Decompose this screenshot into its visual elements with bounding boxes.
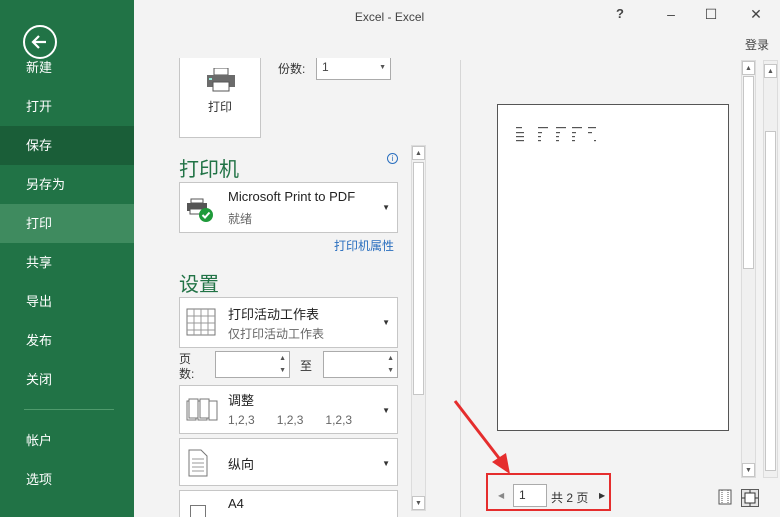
- nav-account[interactable]: 帐户: [0, 421, 134, 460]
- print-scope-main: 打印活动工作表: [228, 307, 320, 322]
- close-window-button[interactable]: ✕: [743, 6, 769, 26]
- chevron-down-icon[interactable]: ▼: [379, 64, 386, 71]
- spin-up-icon[interactable]: ▲: [279, 355, 286, 362]
- print-preview-page: [497, 104, 729, 431]
- print-scope-sub: 仅打印活动工作表: [228, 327, 325, 341]
- minimize-button[interactable]: –: [658, 6, 684, 26]
- info-icon[interactable]: i: [387, 153, 398, 164]
- help-button[interactable]: ?: [607, 6, 633, 26]
- sidebar-divider: [24, 409, 114, 410]
- nav-save-as[interactable]: 另存为: [0, 165, 134, 204]
- print-scope-dropdown[interactable]: 打印活动工作表 仅打印活动工作表 ▼: [179, 297, 398, 348]
- sheet-grid-icon: [186, 308, 216, 336]
- window-title: Excel - Excel: [354, 10, 425, 24]
- printer-icon: [207, 68, 235, 92]
- scroll-thumb[interactable]: [765, 131, 776, 471]
- zoom-page-glyph: [742, 490, 758, 506]
- backstage-sidebar: 新建 打开 保存 另存为 打印 共享 导出 发布 关闭 帐户 选项: [0, 0, 134, 517]
- current-page-input[interactable]: 1: [513, 484, 547, 507]
- paper-icon: [190, 505, 206, 517]
- maximize-button[interactable]: ☐: [698, 6, 724, 26]
- preview-scrollbar[interactable]: ▲ ▼: [741, 60, 756, 478]
- collate-main: 调整: [228, 393, 255, 408]
- login-link[interactable]: 登录: [745, 36, 769, 53]
- portrait-page-icon: [188, 449, 208, 477]
- title-bar: Excel - Excel ? – ☐ ✕: [134, 0, 780, 34]
- spin-down-icon[interactable]: ▼: [387, 367, 394, 374]
- nav-open[interactable]: 打开: [0, 87, 134, 126]
- spin-up-icon[interactable]: ▲: [387, 355, 394, 362]
- scroll-up-icon[interactable]: ▲: [412, 146, 425, 160]
- pages-to-spinner[interactable]: ▲ ▼: [323, 351, 398, 378]
- nav-new[interactable]: 新建: [0, 48, 134, 87]
- scroll-thumb[interactable]: [413, 162, 424, 395]
- orientation-dropdown[interactable]: 纵向 ▼: [179, 438, 398, 486]
- scroll-down-icon[interactable]: ▼: [742, 463, 755, 477]
- copies-label: 份数:: [278, 62, 306, 76]
- pages-label-line2: 数:: [179, 367, 195, 381]
- collate-dropdown[interactable]: 调整 1,2,3 1,2,3 1,2,3 ▼: [179, 385, 398, 434]
- chevron-down-icon: ▼: [382, 203, 390, 212]
- copies-input[interactable]: 1 ▼: [316, 58, 391, 80]
- nav-export[interactable]: 导出: [0, 282, 134, 321]
- copies-value: 1: [322, 60, 329, 74]
- printer-dropdown[interactable]: Microsoft Print to PDF 就绪 ▼: [179, 182, 398, 233]
- chevron-down-icon: ▼: [382, 318, 390, 327]
- pages-label-line1: 页: [179, 352, 192, 366]
- collated-pages-icon: [186, 398, 218, 421]
- chevron-down-icon: ▼: [382, 406, 390, 415]
- total-pages-label: 共 2 页: [551, 491, 589, 505]
- nav-print[interactable]: 打印: [0, 204, 134, 243]
- collate-sub: 1,2,3 1,2,3 1,2,3: [228, 413, 374, 427]
- spin-down-icon[interactable]: ▼: [279, 367, 286, 374]
- nav-share[interactable]: 共享: [0, 243, 134, 282]
- zoom-to-page-icon[interactable]: [741, 489, 759, 507]
- print-button[interactable]: 打印: [179, 58, 261, 138]
- pages-label: 页 数:: [179, 352, 194, 382]
- paper-size-dropdown[interactable]: A4: [179, 490, 398, 517]
- annotation-arrow-icon: [453, 400, 510, 474]
- printer-name: Microsoft Print to PDF: [228, 189, 356, 204]
- settings-section-title: 设置: [179, 274, 219, 296]
- collate-seq: 1,2,3: [325, 413, 353, 427]
- scroll-up-icon[interactable]: ▲: [742, 61, 755, 75]
- nav-publish[interactable]: 发布: [0, 321, 134, 360]
- show-margins-icon[interactable]: [718, 489, 732, 505]
- chevron-down-icon: ▼: [382, 459, 390, 468]
- print-button-label: 打印: [207, 100, 232, 114]
- next-page-icon[interactable]: ▶: [599, 491, 605, 500]
- nav-save[interactable]: 保存: [0, 126, 134, 165]
- scroll-thumb[interactable]: [743, 76, 754, 269]
- paper-size-value: A4: [228, 496, 244, 511]
- printer-section-title: 打印机: [179, 159, 239, 181]
- pages-from-spinner[interactable]: ▲ ▼: [215, 351, 290, 378]
- previous-page-icon[interactable]: ◀: [498, 491, 504, 500]
- printer-status: 就绪: [228, 212, 253, 226]
- printer-properties-link[interactable]: 打印机属性: [334, 237, 394, 254]
- collate-seq: 1,2,3: [228, 413, 255, 427]
- orientation-value: 纵向: [228, 457, 255, 472]
- pages-to-label: 至: [300, 359, 313, 373]
- preview-content-thumbnail: [516, 127, 596, 142]
- settings-scrollbar[interactable]: ▲ ▼: [411, 145, 426, 511]
- page-navigator-highlight: [486, 473, 611, 511]
- scroll-down-icon[interactable]: ▼: [412, 496, 425, 510]
- nav-close[interactable]: 关闭: [0, 360, 134, 399]
- printer-ready-icon: [187, 198, 213, 222]
- outer-scrollbar[interactable]: ▲: [763, 60, 778, 478]
- scroll-up-icon[interactable]: ▲: [764, 64, 777, 78]
- nav-options[interactable]: 选项: [0, 460, 134, 499]
- collate-seq: 1,2,3: [276, 413, 304, 427]
